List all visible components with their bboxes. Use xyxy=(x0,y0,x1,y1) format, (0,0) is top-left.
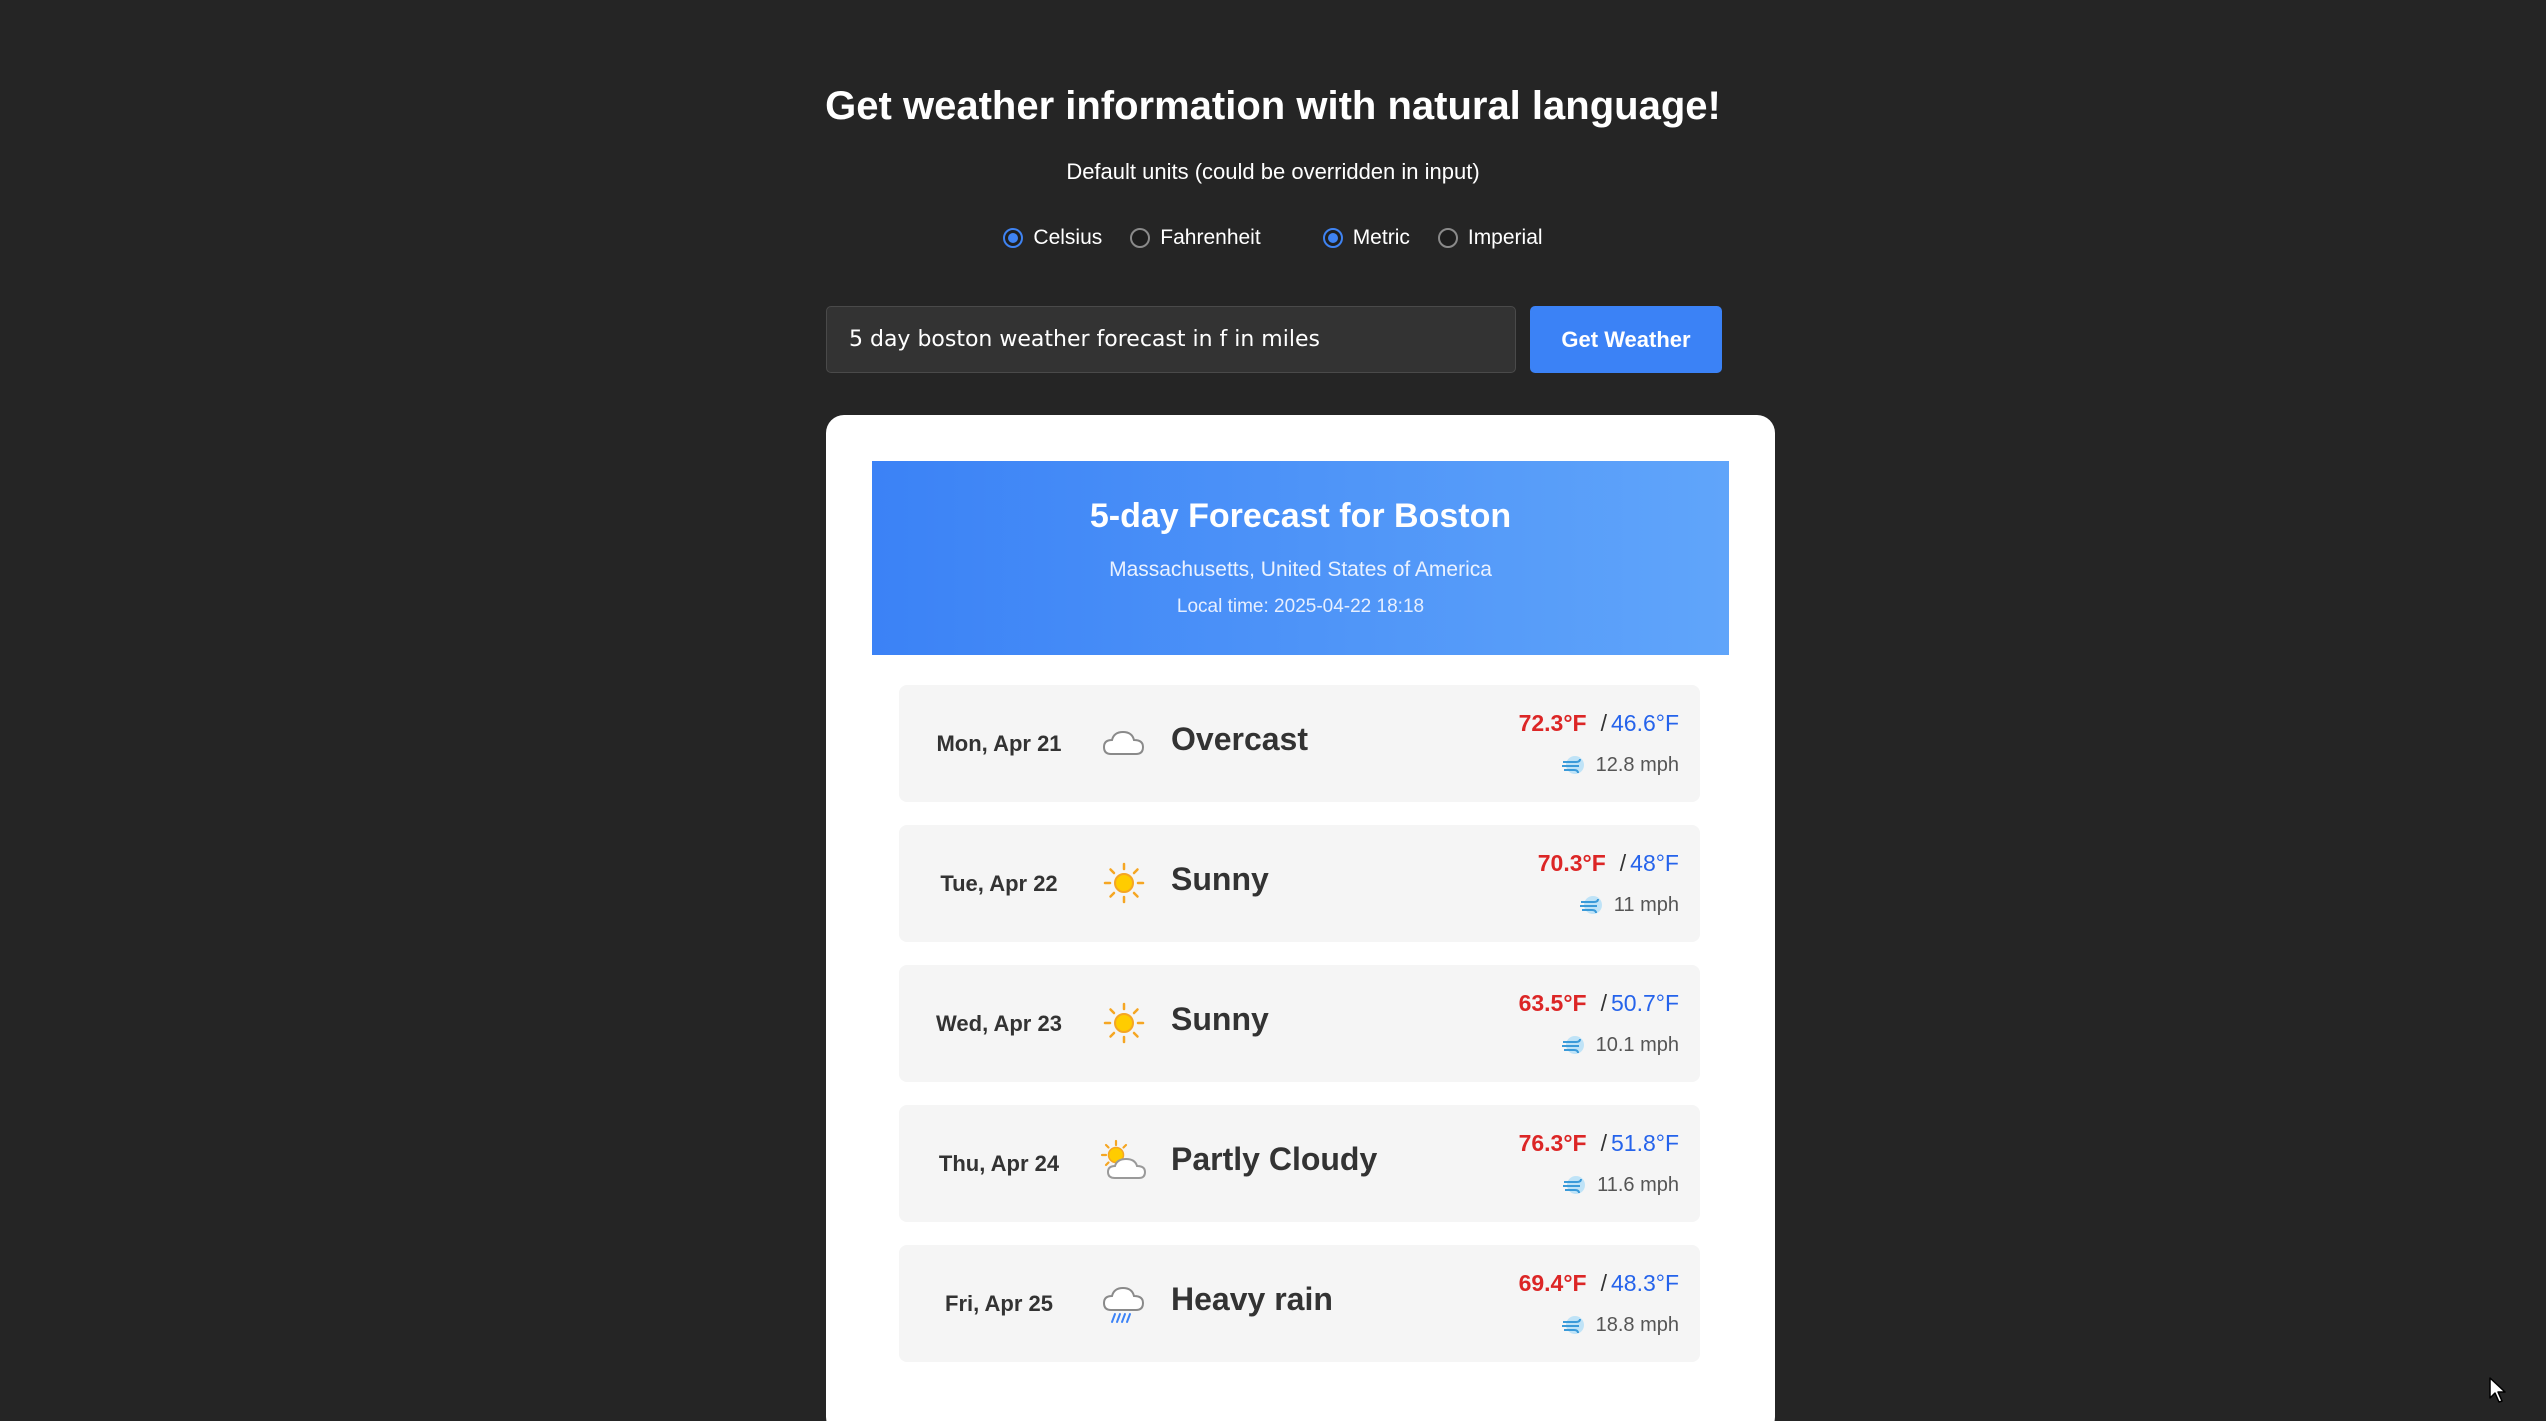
radio-button-fahrenheit[interactable] xyxy=(1130,228,1151,248)
forecast-local-time: Local time: 2025-04-22 18:18 xyxy=(1176,596,1425,617)
forecast-day: Mon, Apr 21 Overcast 72.3°F /46.6°F 12.8 … xyxy=(899,685,1700,802)
day-temperatures: 69.4°F /48.3°F xyxy=(1519,1270,1679,1297)
forecast-day: Tue, Apr 22 Sunny 70.3°F /48°F 11 mph xyxy=(899,825,1700,942)
high-temp: 63.5°F xyxy=(1518,990,1587,1016)
sunny-icon xyxy=(1103,1002,1145,1044)
sunny-icon xyxy=(1103,862,1145,904)
day-wind: 12.8 mph xyxy=(1560,752,1679,778)
temp-separator: / xyxy=(1619,850,1627,876)
high-temp: 76.3°F xyxy=(1518,1130,1587,1156)
forecast-header: 5-day Forecast for Boston Massachusetts,… xyxy=(872,461,1729,655)
day-date: Wed, Apr 23 xyxy=(936,1010,1062,1036)
wind-speed: 12.8 mph xyxy=(1595,753,1679,776)
day-temperatures: 70.3°F /48°F xyxy=(1538,850,1679,877)
temp-separator: / xyxy=(1600,990,1607,1016)
day-condition: Partly Cloudy xyxy=(1171,1141,1378,1177)
wind-icon xyxy=(1561,756,1584,774)
day-condition: Sunny xyxy=(1171,861,1269,897)
wind-speed: 11.6 mph xyxy=(1597,1173,1679,1196)
unit-options: Celsius Fahrenheit Metric Imperial xyxy=(0,226,2546,250)
radio-metric[interactable]: Metric xyxy=(1322,226,1410,250)
high-temp: 70.3°F xyxy=(1537,850,1606,876)
query-form: Get Weather xyxy=(826,306,1722,373)
day-temperatures: 63.5°F /50.7°F xyxy=(1519,990,1679,1017)
forecast-region: Massachusetts, United States of America xyxy=(1109,558,1492,581)
radio-button-metric[interactable] xyxy=(1322,228,1343,248)
wind-icon xyxy=(1579,896,1602,914)
day-date: Tue, Apr 22 xyxy=(940,870,1058,896)
radio-label-fahrenheit: Fahrenheit xyxy=(1160,226,1261,249)
radio-label-imperial: Imperial xyxy=(1467,226,1543,249)
forecast-title: 5-day Forecast for Boston xyxy=(1089,497,1512,535)
radio-celsius[interactable]: Celsius xyxy=(1003,226,1102,250)
forecast-day: Thu, Apr 24 Partly Cloudy 76.3°F /51.8°F xyxy=(899,1105,1700,1222)
forecast-days: Mon, Apr 21 Overcast 72.3°F/46.6°F 12.8 … xyxy=(899,685,1700,1385)
day-wind: 11 mph xyxy=(1578,892,1679,918)
low-temp: 50.7°F xyxy=(1610,990,1679,1016)
forecast-day: Fri, Apr 25 Heavy rain 69.4°F /48.3°F 18.… xyxy=(899,1245,1700,1362)
day-date: Mon, Apr 21 xyxy=(936,730,1062,756)
day-wind: 18.8 mph xyxy=(1560,1312,1679,1338)
get-weather-button[interactable]: Get Weather xyxy=(1530,306,1722,373)
mouse-cursor-icon xyxy=(2489,1377,2506,1403)
temp-separator: / xyxy=(1600,1130,1607,1156)
high-temp: 72.3°F xyxy=(1518,710,1587,736)
radio-button-imperial[interactable] xyxy=(1437,228,1458,248)
day-wind: 10.1 mph xyxy=(1560,1032,1679,1058)
low-temp: 46.6°F xyxy=(1610,710,1679,736)
day-date: Fri, Apr 25 xyxy=(945,1290,1053,1316)
day-condition: Sunny xyxy=(1171,1001,1269,1037)
day-condition: Overcast xyxy=(1171,721,1308,757)
wind-icon xyxy=(1561,1316,1584,1334)
page-title: Get weather information with natural lan… xyxy=(825,84,1721,128)
radio-button-celsius[interactable] xyxy=(1003,228,1024,248)
radio-label-metric: Metric xyxy=(1352,226,1410,249)
temp-separator: / xyxy=(1600,710,1607,736)
forecast-card: 5-day Forecast for Boston Massachusetts,… xyxy=(826,415,1775,1421)
high-temp: 69.4°F xyxy=(1518,1270,1587,1296)
wind-speed: 18.8 mph xyxy=(1595,1313,1679,1336)
weather-app: Get weather information with natural lan… xyxy=(0,0,2546,1421)
day-wind: 11.6 mph xyxy=(1561,1172,1679,1198)
temp-separator: / xyxy=(1600,1270,1607,1296)
low-temp: 51.8°F xyxy=(1610,1130,1679,1156)
wind-icon xyxy=(1563,1176,1586,1194)
low-temp: 48.3°F xyxy=(1610,1270,1679,1296)
heavy-rain-icon xyxy=(1102,1286,1145,1323)
radio-fahrenheit[interactable]: Fahrenheit xyxy=(1130,226,1261,250)
forecast-day: Wed, Apr 23 Sunny 63.5°F /50.7°F 10.1 mph xyxy=(899,965,1700,1082)
query-input[interactable] xyxy=(826,306,1516,373)
radio-label-celsius: Celsius xyxy=(1033,226,1103,249)
radio-imperial[interactable]: Imperial xyxy=(1437,226,1543,250)
wind-icon xyxy=(1561,1036,1584,1054)
wind-speed: 10.1 mph xyxy=(1595,1033,1679,1056)
day-condition: Heavy rain xyxy=(1171,1281,1333,1317)
units-subtitle: Default units (could be overridden in in… xyxy=(1066,159,1480,184)
day-date: Thu, Apr 24 xyxy=(938,1150,1060,1176)
day-temperatures: 76.3°F /51.8°F xyxy=(1519,1130,1679,1157)
wind-speed: 11 mph xyxy=(1613,893,1679,916)
day-temperatures: 72.3°F /46.6°F xyxy=(1519,710,1679,737)
low-temp: 48°F xyxy=(1630,850,1679,876)
overcast-icon xyxy=(1102,730,1145,755)
partly-cloudy-icon xyxy=(1100,1139,1147,1179)
